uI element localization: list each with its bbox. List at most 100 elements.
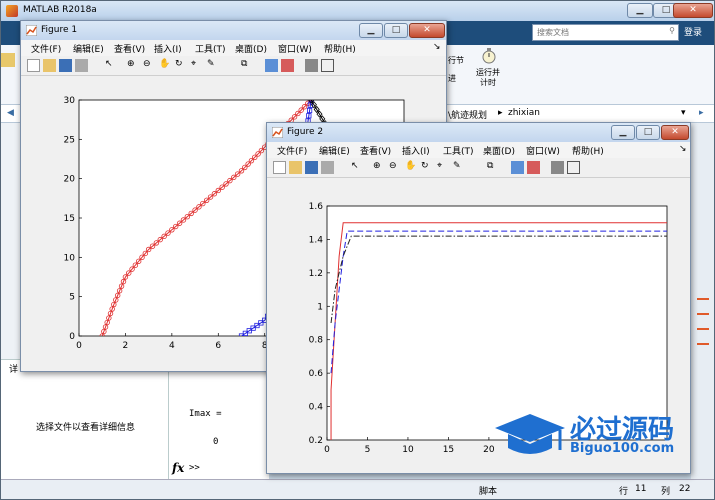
- save-icon[interactable]: [305, 161, 318, 174]
- legend-icon[interactable]: [281, 59, 294, 72]
- save-icon[interactable]: [59, 59, 72, 72]
- fx-icon[interactable]: fx: [172, 461, 184, 475]
- stopwatch-icon[interactable]: [481, 47, 497, 65]
- imax-value: 0: [213, 437, 219, 447]
- hide-plot-tools-icon[interactable]: [305, 59, 318, 72]
- pan-hand-icon[interactable]: ✋: [159, 59, 172, 72]
- new-figure-icon[interactable]: [273, 161, 286, 174]
- command-prompt[interactable]: >>: [189, 463, 200, 473]
- show-plot-tools-icon[interactable]: [567, 161, 580, 174]
- menu-insert[interactable]: 插入(I): [154, 42, 182, 55]
- search-placeholder: 搜索文档: [537, 28, 569, 37]
- zoom-in-icon[interactable]: ⊕: [127, 59, 140, 72]
- search-docs-input[interactable]: 搜索文档 ⚲: [532, 24, 679, 41]
- legend-icon[interactable]: [527, 161, 540, 174]
- path-segment[interactable]: \航迹规划: [448, 108, 487, 121]
- workspace-panel-edge: [691, 123, 714, 479]
- y-tick-label: 25: [64, 135, 75, 145]
- menu-help[interactable]: 帮助(H): [572, 144, 604, 157]
- colorbar-icon[interactable]: [511, 161, 524, 174]
- search-icon[interactable]: ⚲: [669, 26, 675, 35]
- zoom-out-icon[interactable]: ⊖: [389, 161, 402, 174]
- menu-help[interactable]: 帮助(H): [324, 42, 356, 55]
- figure-1-minimize-button[interactable]: ▁: [359, 23, 383, 38]
- y-tick-label: 1: [317, 302, 323, 312]
- figure-2-close-button[interactable]: ✕: [661, 125, 689, 140]
- figure-1-close-button[interactable]: ✕: [409, 23, 445, 38]
- address-dropdown-icon[interactable]: ▾: [681, 108, 686, 118]
- data-cursor-icon[interactable]: ⌖: [191, 59, 204, 72]
- x-tick-label: 0: [324, 445, 330, 455]
- figure-1-title-bar[interactable]: Figure 1 ▁ □ ✕: [21, 21, 446, 40]
- x-tick-label: 2: [123, 341, 129, 351]
- menu-file[interactable]: 文件(F): [31, 42, 61, 55]
- pointer-icon[interactable]: ↖: [105, 59, 118, 72]
- status-bar: 脚本 行 11 列 22: [1, 479, 714, 499]
- show-plot-tools-icon[interactable]: [321, 59, 334, 72]
- figure-1-maximize-button[interactable]: □: [384, 23, 408, 38]
- figure-2-title: Figure 2: [287, 127, 324, 137]
- print-icon[interactable]: [75, 59, 88, 72]
- workspace-marker: [697, 343, 709, 345]
- close-button[interactable]: ✕: [673, 3, 713, 18]
- back-arrow-icon[interactable]: ◀: [7, 108, 14, 118]
- link-plot-icon[interactable]: ⧉: [487, 161, 500, 174]
- menu-edit[interactable]: 编辑(E): [319, 144, 350, 157]
- command-window[interactable]: Imax = 0 fx >>: [169, 371, 269, 479]
- menu-view[interactable]: 查看(V): [360, 144, 391, 157]
- figure-2-title-bar[interactable]: Figure 2 ▁ □ ✕: [267, 123, 690, 142]
- zoom-in-icon[interactable]: ⊕: [373, 161, 386, 174]
- imax-label: Imax =: [189, 409, 222, 419]
- rotate-3d-icon[interactable]: ↻: [175, 59, 188, 72]
- workspace-marker: [697, 298, 709, 300]
- open-file-icon[interactable]: [289, 161, 302, 174]
- print-icon[interactable]: [321, 161, 334, 174]
- login-button[interactable]: 登录: [684, 25, 702, 38]
- hide-plot-tools-icon[interactable]: [551, 161, 564, 174]
- run-section-label[interactable]: 行节: [448, 55, 464, 66]
- menu-edit[interactable]: 编辑(E): [73, 42, 104, 55]
- menu-tools[interactable]: 工具(T): [443, 144, 474, 157]
- advance-label[interactable]: 进: [448, 73, 456, 84]
- pointer-icon[interactable]: ↖: [351, 161, 364, 174]
- y-tick-label: 1.6: [309, 202, 324, 212]
- figure-2-minimize-button[interactable]: ▁: [611, 125, 635, 140]
- menu-window[interactable]: 窗口(W): [526, 144, 560, 157]
- brush-icon[interactable]: ✎: [207, 59, 220, 72]
- brush-icon[interactable]: ✎: [453, 161, 466, 174]
- x-tick-label: 4: [169, 341, 175, 351]
- y-tick-label: 15: [64, 214, 75, 224]
- figure-icon: [271, 126, 284, 139]
- menu-dock-arrow-icon[interactable]: ↘: [679, 144, 687, 154]
- menu-insert[interactable]: 插入(I): [402, 144, 430, 157]
- new-figure-icon[interactable]: [27, 59, 40, 72]
- menu-desktop[interactable]: 桌面(D): [483, 144, 515, 157]
- colorbar-icon[interactable]: [265, 59, 278, 72]
- y-tick-label: 0.2: [309, 436, 323, 446]
- minimize-button[interactable]: ▁: [627, 3, 653, 18]
- menu-dock-arrow-icon[interactable]: ↘: [433, 42, 441, 52]
- status-col-label: 列: [661, 487, 671, 497]
- data-cursor-icon[interactable]: ⌖: [437, 161, 450, 174]
- path-separator-icon: ▸: [498, 108, 503, 118]
- menu-view[interactable]: 查看(V): [114, 42, 145, 55]
- y-tick-label: 10: [64, 253, 76, 263]
- new-script-icon[interactable]: [1, 53, 15, 67]
- pan-hand-icon[interactable]: ✋: [405, 161, 418, 174]
- y-tick-label: 0.8: [309, 336, 324, 346]
- open-file-icon[interactable]: [43, 59, 56, 72]
- details-tab[interactable]: 详: [9, 362, 18, 375]
- y-tick-label: 0.6: [309, 369, 324, 379]
- menu-desktop[interactable]: 桌面(D): [235, 42, 267, 55]
- menu-window[interactable]: 窗口(W): [278, 42, 312, 55]
- current-folder[interactable]: zhixian: [508, 108, 540, 118]
- run-and-time-label[interactable]: 运行并 计时: [476, 68, 500, 88]
- link-plot-icon[interactable]: ⧉: [241, 59, 254, 72]
- status-row-label: 行: [619, 487, 629, 497]
- figure-2-maximize-button[interactable]: □: [636, 125, 660, 140]
- menu-tools[interactable]: 工具(T): [195, 42, 226, 55]
- zoom-out-icon[interactable]: ⊖: [143, 59, 156, 72]
- rotate-3d-icon[interactable]: ↻: [421, 161, 434, 174]
- browse-folder-icon[interactable]: ▸: [699, 108, 704, 118]
- menu-file[interactable]: 文件(F): [277, 144, 307, 157]
